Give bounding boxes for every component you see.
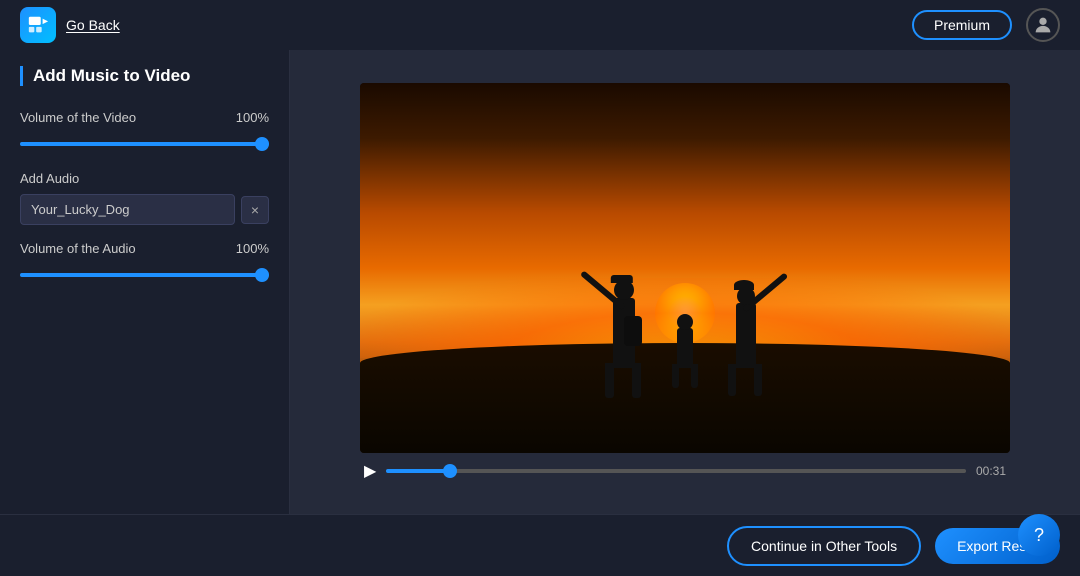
header-right: Premium xyxy=(912,8,1060,42)
video-time-display: 00:31 xyxy=(976,464,1006,478)
audio-volume-label-row: Volume of the Audio 100% xyxy=(20,241,269,256)
bottom-bar: Continue in Other Tools Export Res... xyxy=(0,514,1080,576)
audio-volume-slider[interactable] xyxy=(20,273,269,277)
audio-volume-label: Volume of the Audio xyxy=(20,241,136,256)
video-controls: ▶ 00:31 xyxy=(360,453,1010,481)
video-volume-label: Volume of the Video xyxy=(20,110,136,125)
main-content: Add Music to Video Volume of the Video 1… xyxy=(0,50,1080,514)
add-audio-label: Add Audio xyxy=(20,171,269,186)
video-volume-section: Volume of the Video 100% xyxy=(20,110,269,151)
video-volume-value: 100% xyxy=(236,110,269,125)
header: Go Back Premium xyxy=(0,0,1080,50)
user-avatar[interactable] xyxy=(1026,8,1060,42)
play-button[interactable]: ▶ xyxy=(364,461,376,481)
silhouette-group xyxy=(599,228,771,368)
child-silhouette xyxy=(667,288,703,368)
audio-input-row: × xyxy=(20,194,269,225)
sidebar: Add Music to Video Volume of the Video 1… xyxy=(0,50,290,514)
help-button[interactable]: ? xyxy=(1018,514,1060,556)
video-volume-label-row: Volume of the Video 100% xyxy=(20,110,269,125)
app-logo-icon xyxy=(27,14,49,36)
adult-right-silhouette xyxy=(721,238,771,368)
video-volume-slider[interactable] xyxy=(20,142,269,146)
video-preview xyxy=(360,83,1010,453)
adult-left-silhouette xyxy=(599,228,649,368)
audio-volume-section: Volume of the Audio 100% xyxy=(20,241,269,282)
continue-button[interactable]: Continue in Other Tools xyxy=(727,526,921,566)
video-progress-slider[interactable] xyxy=(386,469,966,473)
video-area: ▶ 00:31 xyxy=(290,50,1080,514)
go-back-button[interactable]: Go Back xyxy=(66,17,120,33)
audio-clear-button[interactable]: × xyxy=(241,196,269,224)
sidebar-title: Add Music to Video xyxy=(20,66,269,86)
app-logo xyxy=(20,7,56,43)
header-left: Go Back xyxy=(20,7,120,43)
add-audio-section: Add Audio × xyxy=(20,171,269,225)
audio-filename-input[interactable] xyxy=(20,194,235,225)
user-icon xyxy=(1032,14,1054,36)
audio-volume-value: 100% xyxy=(236,241,269,256)
video-scene xyxy=(360,83,1010,453)
premium-button[interactable]: Premium xyxy=(912,10,1012,40)
